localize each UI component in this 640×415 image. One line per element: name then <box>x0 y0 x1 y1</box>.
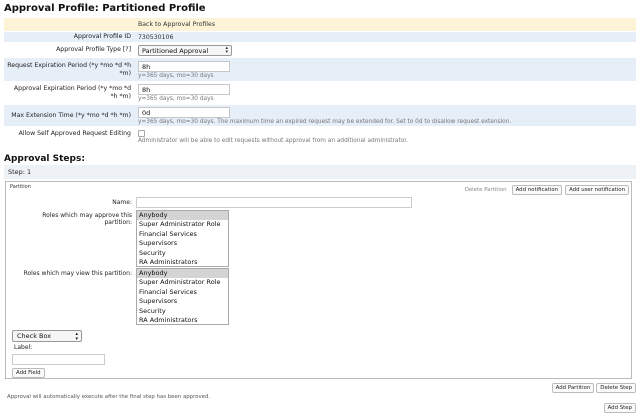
request-expiration-row: Request Expiration Period (*y *mo *d *h … <box>4 58 636 82</box>
request-expiration-hint: y=365 days, mo=30 days <box>138 72 214 79</box>
role-option[interactable]: Security <box>137 249 228 258</box>
add-step-button[interactable]: Add Step <box>603 403 636 413</box>
role-option[interactable]: RA Administrators <box>137 258 228 266</box>
step-actions: Add Partition Delete Step <box>551 383 636 393</box>
approve-roles-label: Roles which may approve this partition: <box>42 212 132 226</box>
approval-profile-page: Approval Profile: Partitioned Profile Ba… <box>0 0 640 415</box>
partition-panel: Partition Delete Partition Add notificat… <box>5 181 632 379</box>
max-extension-row: Max Extension Time (*y *mo *d *h *m) 0d … <box>4 105 636 127</box>
select-arrows-icon: ▴ ▾ <box>225 44 228 55</box>
role-option[interactable]: RA Administrators <box>137 316 228 324</box>
field-type-value: Check Box <box>17 332 52 340</box>
type-label: Approval Profile Type [?] <box>56 46 131 53</box>
approval-steps-heading: Approval Steps: <box>4 154 85 164</box>
role-option[interactable]: Security <box>137 307 228 316</box>
self-edit-hint: Administrator will be able to edit reque… <box>138 137 408 144</box>
add-partition-button[interactable]: Add Partition <box>551 383 595 393</box>
profile-type-value: Partitioned Approval <box>142 46 209 55</box>
partition-actions: Delete Partition Add notification Add us… <box>463 185 629 195</box>
partition-name-input[interactable] <box>136 197 412 208</box>
role-option[interactable]: Supervisors <box>137 239 228 248</box>
request-expiration-label: Request Expiration Period (*y *mo *d *h … <box>7 61 131 77</box>
role-option[interactable]: Anybody <box>137 211 228 221</box>
max-extension-hint: y=365 days, mo=30 days. The maximum time… <box>138 118 512 125</box>
self-edit-row: Allow Self Approved Request Editing Admi… <box>4 127 636 147</box>
type-row: Approval Profile Type [?] Partitioned Ap… <box>4 43 636 58</box>
field-label-label: Label: <box>14 344 33 351</box>
add-user-notification-button[interactable]: Add user notification <box>565 185 629 195</box>
back-link[interactable]: Back to Approval Profiles <box>134 18 636 31</box>
type-cell: Partitioned Approval ▴ ▾ <box>134 43 636 57</box>
name-label: Name: <box>112 199 132 206</box>
role-option[interactable]: Financial Services <box>137 230 228 239</box>
profile-type-select[interactable]: Partitioned Approval ▴ ▾ <box>138 44 232 56</box>
view-roles-label: Roles which may view this partition: <box>23 270 132 277</box>
role-option[interactable]: Super Administrator Role <box>137 220 228 229</box>
profile-form: Back to Approval Profiles Approval Profi… <box>4 18 636 147</box>
request-expiration-cell: 8h y=365 days, mo=30 days <box>134 58 636 81</box>
view-roles-listbox[interactable]: Anybody Super Administrator Role Financi… <box>136 268 229 325</box>
field-type-select[interactable]: Check Box ▴ ▾ <box>12 330 82 342</box>
id-value: 730530106 <box>138 33 174 41</box>
delete-step-button[interactable]: Delete Step <box>596 383 636 393</box>
back-row-spacer <box>4 18 134 31</box>
add-notification-button[interactable]: Add notification <box>511 185 563 195</box>
id-label: Approval Profile ID <box>73 33 131 40</box>
approve-roles-listbox[interactable]: Anybody Super Administrator Role Financi… <box>136 210 229 267</box>
approval-expiration-cell: 8h y=365 days, mo=30 days <box>134 82 636 104</box>
approval-expiration-label: Approval Expiration Period (*y *mo *d *h… <box>13 85 131 100</box>
role-option[interactable]: Super Administrator Role <box>137 278 228 287</box>
approval-expiration-row: Approval Expiration Period (*y *mo *d *h… <box>4 82 636 105</box>
select-arrows-icon: ▴ ▾ <box>75 331 78 342</box>
self-edit-label: Allow Self Approved Request Editing <box>18 130 131 137</box>
max-extension-input[interactable]: 0d <box>138 106 230 118</box>
max-extension-cell: 0d y=365 days, mo=30 days. The maximum t… <box>134 105 636 126</box>
id-row: Approval Profile ID 730530106 <box>4 32 636 43</box>
role-option[interactable]: Supervisors <box>137 297 228 306</box>
step-label: Step: 1 <box>4 165 636 179</box>
approval-expiration-hint: y=365 days, mo=30 days <box>138 96 214 102</box>
partition-title: Partition <box>10 184 31 190</box>
delete-partition-button[interactable]: Delete Partition <box>463 186 509 194</box>
approval-expiration-input[interactable]: 8h <box>138 84 230 95</box>
request-expiration-input[interactable]: 8h <box>138 60 230 72</box>
role-option[interactable]: Anybody <box>137 269 228 279</box>
add-field-button[interactable]: Add Field <box>12 368 45 378</box>
back-row: Back to Approval Profiles <box>4 18 636 32</box>
page-title: Approval Profile: Partitioned Profile <box>4 3 206 14</box>
max-extension-label: Max Extension Time (*y *mo *d *h *m) <box>11 111 131 119</box>
self-edit-cell: Administrator will be able to edit reque… <box>134 127 636 146</box>
field-label-input[interactable] <box>12 354 105 365</box>
role-option[interactable]: Financial Services <box>137 288 228 297</box>
self-edit-checkbox[interactable] <box>138 129 145 137</box>
footer-note: Approval will automatically execute afte… <box>7 394 211 400</box>
